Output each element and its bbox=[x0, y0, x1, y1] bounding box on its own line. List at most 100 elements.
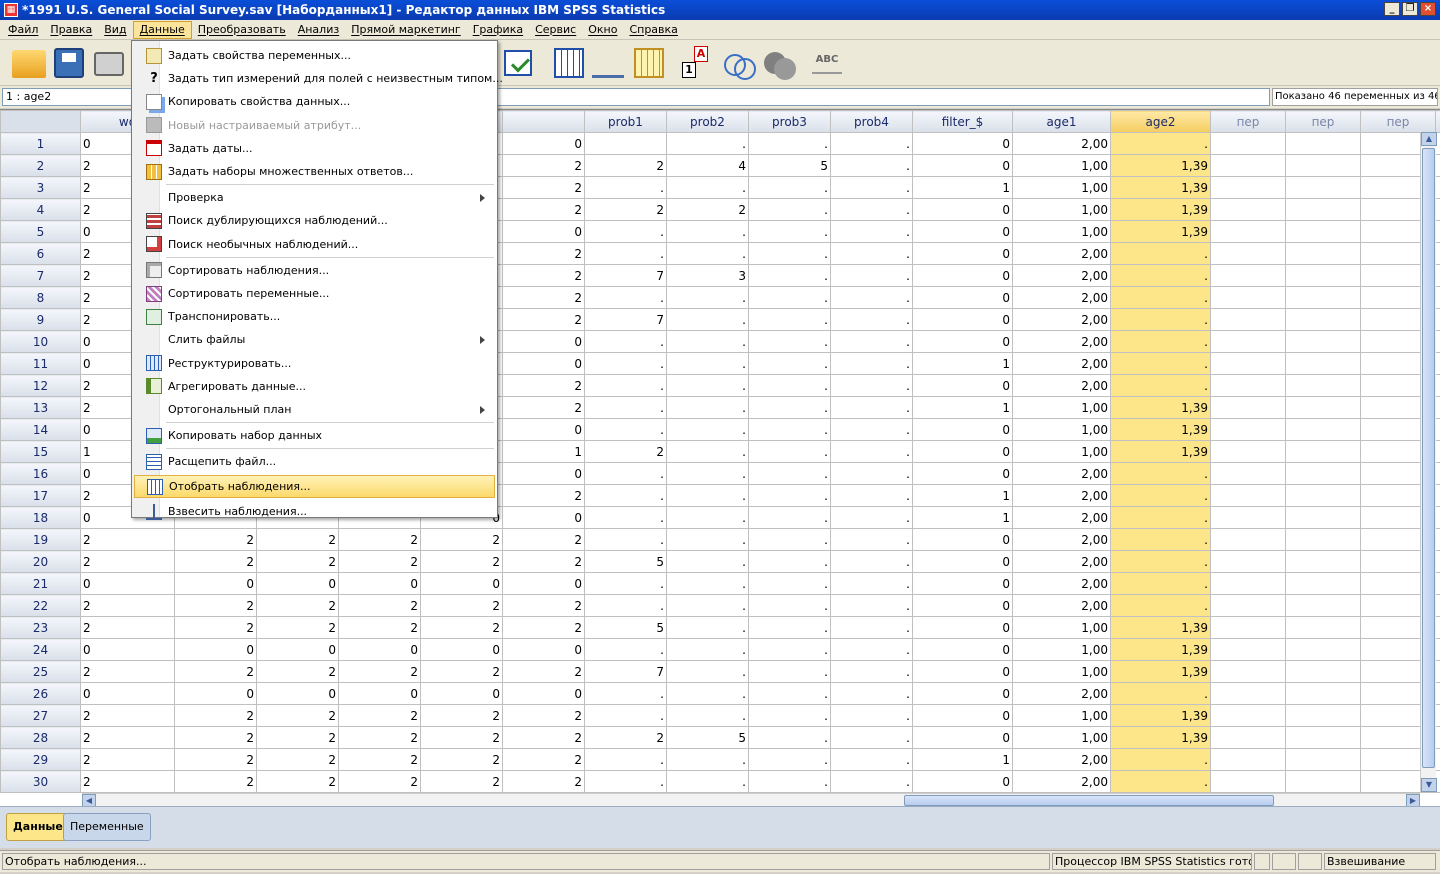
data-cell[interactable] bbox=[1285, 264, 1361, 287]
data-cell[interactable]: 2 bbox=[256, 748, 339, 771]
row-number[interactable]: 24 bbox=[0, 638, 81, 661]
data-cell[interactable]: . bbox=[584, 484, 667, 507]
row-number[interactable]: 14 bbox=[0, 418, 81, 441]
data-cell[interactable]: 2 bbox=[502, 616, 585, 639]
data-cell[interactable]: . bbox=[666, 770, 749, 793]
data-cell[interactable] bbox=[1285, 330, 1361, 353]
data-cell[interactable]: 0 bbox=[174, 572, 257, 595]
data-cell[interactable]: . bbox=[584, 220, 667, 243]
data-cell[interactable]: . bbox=[666, 638, 749, 661]
weight-cases-toolbar-icon[interactable] bbox=[592, 48, 624, 78]
data-cell[interactable]: . bbox=[666, 484, 749, 507]
data-cell[interactable]: . bbox=[748, 330, 831, 353]
data-cell[interactable]: . bbox=[830, 154, 913, 177]
data-cell[interactable]: . bbox=[666, 220, 749, 243]
data-cell[interactable]: 2 bbox=[174, 748, 257, 771]
data-cell[interactable]: . bbox=[830, 330, 913, 353]
data-cell[interactable] bbox=[1210, 506, 1286, 529]
data-cell[interactable]: 0 bbox=[502, 682, 585, 705]
row-number[interactable]: 21 bbox=[0, 572, 81, 595]
data-cell[interactable]: . bbox=[584, 330, 667, 353]
row-number[interactable]: 6 bbox=[0, 242, 81, 265]
data-cell[interactable]: 2 bbox=[338, 550, 421, 573]
minimize-button[interactable]: _ bbox=[1384, 2, 1400, 16]
data-cell[interactable]: 0 bbox=[174, 638, 257, 661]
data-cell[interactable]: 0 bbox=[912, 528, 1013, 551]
data-cell[interactable]: . bbox=[1110, 550, 1211, 573]
data-cell[interactable]: . bbox=[584, 704, 667, 727]
row-number[interactable]: 26 bbox=[0, 682, 81, 705]
horizontal-scroll-thumb[interactable] bbox=[904, 795, 1274, 806]
data-cell[interactable] bbox=[1285, 594, 1361, 617]
data-cell[interactable]: 0 bbox=[256, 638, 339, 661]
data-cell[interactable] bbox=[1285, 154, 1361, 177]
data-cell[interactable]: . bbox=[748, 352, 831, 375]
data-cell[interactable]: . bbox=[666, 528, 749, 551]
data-cell[interactable]: . bbox=[748, 374, 831, 397]
column-header[interactable]: prob3 bbox=[748, 110, 831, 133]
data-cell[interactable]: . bbox=[584, 748, 667, 771]
data-cell[interactable]: 2 bbox=[502, 594, 585, 617]
data-cell[interactable] bbox=[1435, 176, 1440, 199]
data-cell[interactable]: 0 bbox=[912, 330, 1013, 353]
data-cell[interactable]: 2 bbox=[174, 616, 257, 639]
data-cell[interactable]: 7 bbox=[584, 264, 667, 287]
data-cell[interactable]: 2 bbox=[502, 704, 585, 727]
tab-variable-view[interactable]: Переменные bbox=[63, 813, 151, 841]
row-number[interactable]: 27 bbox=[0, 704, 81, 727]
data-cell[interactable]: . bbox=[666, 374, 749, 397]
data-cell[interactable] bbox=[1210, 682, 1286, 705]
menu-item[interactable]: ? Задать тип измерений для полей с неизве… bbox=[134, 67, 503, 90]
data-cell[interactable]: 1,00 bbox=[1012, 726, 1111, 749]
data-cell[interactable]: . bbox=[1110, 770, 1211, 793]
data-cell[interactable]: 0 bbox=[502, 352, 585, 375]
menu-window[interactable]: Окно bbox=[582, 21, 623, 39]
data-cell[interactable] bbox=[1210, 308, 1286, 331]
horizontal-scrollbar[interactable]: ◀ ▶ bbox=[82, 793, 1420, 807]
data-cell[interactable] bbox=[1285, 506, 1361, 529]
data-cell[interactable]: . bbox=[584, 176, 667, 199]
data-cell[interactable] bbox=[1435, 638, 1440, 661]
data-cell[interactable]: 1,39 bbox=[1110, 638, 1211, 661]
data-cell[interactable]: . bbox=[830, 594, 913, 617]
data-cell[interactable]: 0 bbox=[256, 682, 339, 705]
data-cell[interactable] bbox=[1435, 506, 1440, 529]
data-cell[interactable] bbox=[1435, 660, 1440, 683]
row-number[interactable]: 23 bbox=[0, 616, 81, 639]
data-cell[interactable]: . bbox=[584, 770, 667, 793]
data-cell[interactable]: . bbox=[666, 462, 749, 485]
row-number[interactable]: 22 bbox=[0, 594, 81, 617]
data-cell[interactable]: . bbox=[1110, 484, 1211, 507]
data-cell[interactable]: . bbox=[830, 242, 913, 265]
data-cell[interactable]: 5 bbox=[748, 154, 831, 177]
data-cell[interactable] bbox=[1285, 484, 1361, 507]
menu-item[interactable]: Задать наборы множественных ответов... bbox=[134, 160, 495, 183]
data-cell[interactable]: . bbox=[1110, 506, 1211, 529]
data-cell[interactable]: 1,39 bbox=[1110, 440, 1211, 463]
select-cases-toolbar-icon[interactable] bbox=[634, 48, 664, 78]
data-cell[interactable] bbox=[1285, 660, 1361, 683]
data-cell[interactable]: 2 bbox=[338, 616, 421, 639]
data-cell[interactable]: . bbox=[1110, 374, 1211, 397]
data-cell[interactable]: 2 bbox=[338, 748, 421, 771]
data-cell[interactable]: 2 bbox=[256, 770, 339, 793]
menu-direct-marketing[interactable]: Прямой маркетинг bbox=[345, 21, 467, 39]
data-cell[interactable]: 2,00 bbox=[1012, 484, 1111, 507]
split-file-toolbar-icon[interactable] bbox=[554, 48, 584, 78]
column-header[interactable] bbox=[502, 110, 585, 133]
data-cell[interactable]: 2 bbox=[502, 264, 585, 287]
column-header[interactable]: prob2 bbox=[666, 110, 749, 133]
data-cell[interactable]: . bbox=[666, 242, 749, 265]
data-cell[interactable]: . bbox=[748, 132, 831, 155]
data-cell[interactable]: 2 bbox=[80, 748, 175, 771]
data-cell[interactable]: 2 bbox=[174, 594, 257, 617]
data-cell[interactable]: 2,00 bbox=[1012, 264, 1111, 287]
data-cell[interactable] bbox=[1435, 418, 1440, 441]
data-cell[interactable]: . bbox=[830, 286, 913, 309]
data-cell[interactable]: 0 bbox=[912, 154, 1013, 177]
data-cell[interactable]: 1,00 bbox=[1012, 616, 1111, 639]
data-cell[interactable]: . bbox=[830, 462, 913, 485]
data-cell[interactable]: 5 bbox=[584, 616, 667, 639]
data-cell[interactable]: 5 bbox=[584, 550, 667, 573]
data-cell[interactable]: . bbox=[584, 638, 667, 661]
